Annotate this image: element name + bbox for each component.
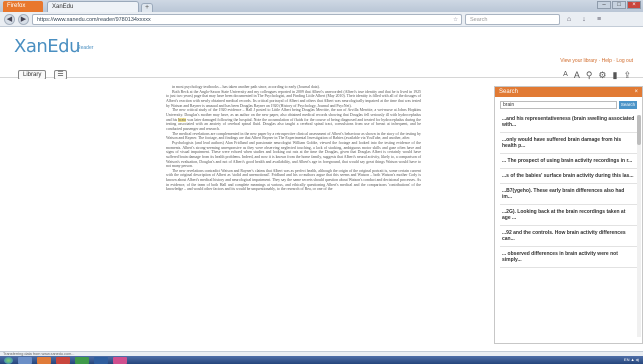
firefox-icon[interactable] bbox=[37, 356, 51, 364]
download-icon[interactable]: ↓ bbox=[578, 14, 590, 25]
bookmark-icon[interactable]: ▮ bbox=[613, 69, 618, 81]
os-taskbar: EN ▲ ◂) bbox=[0, 356, 643, 364]
search-result[interactable]: ...B7(ygeho). These early brain differen… bbox=[500, 184, 637, 205]
search-panel-title: Search bbox=[499, 89, 519, 95]
close-window-button[interactable]: × bbox=[627, 1, 641, 9]
paragraph: The medical revelations are complemented… bbox=[166, 131, 421, 141]
browser-search-input[interactable]: Search bbox=[465, 13, 560, 25]
search-panel-header: Search × bbox=[495, 87, 642, 97]
start-button-icon[interactable] bbox=[4, 356, 13, 364]
close-icon[interactable]: × bbox=[634, 87, 638, 97]
explorer-icon[interactable] bbox=[18, 356, 32, 364]
reader-toolbar: A A ⚲ ⚙ ▮ ⇪ bbox=[563, 69, 631, 81]
search-result[interactable]: ...2G). Looking back at the brain record… bbox=[500, 205, 637, 226]
word-icon[interactable] bbox=[94, 356, 108, 364]
search-panel: Search × brain Search ...and his represe… bbox=[494, 86, 643, 344]
navigation-bar: ◀ ▶ https://www.xanedu.com/reader/978013… bbox=[0, 12, 643, 27]
browser-window: Firefox XanEdu + – □ × ◀ ▶ https://www.x… bbox=[0, 0, 643, 364]
app-icon[interactable] bbox=[113, 356, 127, 364]
search-result[interactable]: ... The prospect of using brain activity… bbox=[500, 154, 637, 169]
app-header: XanEdu Reader View your library · Help ·… bbox=[0, 28, 643, 81]
forward-icon[interactable]: ▶ bbox=[18, 13, 29, 25]
system-tray: EN ▲ ◂) bbox=[623, 357, 639, 362]
search-scrollbar[interactable] bbox=[637, 115, 641, 337]
chrome-icon[interactable] bbox=[75, 356, 89, 364]
tab-xanedu[interactable]: XanEdu bbox=[47, 1, 139, 12]
firefox-menu-button[interactable]: Firefox bbox=[3, 1, 43, 12]
home-icon[interactable]: ⌂ bbox=[563, 14, 575, 25]
back-icon[interactable]: ◀ bbox=[4, 13, 15, 25]
search-input[interactable]: brain bbox=[500, 101, 617, 109]
search-icon[interactable]: ⚲ bbox=[586, 69, 593, 81]
search-result[interactable]: ...92 and the controls. How brain activi… bbox=[500, 226, 637, 247]
xanedu-logo: XanEdu bbox=[14, 36, 80, 57]
search-row: brain Search bbox=[500, 101, 637, 109]
search-result[interactable]: ...and his representativeness (brain swe… bbox=[500, 112, 637, 133]
paragraph: The new revelations contradict Watson an… bbox=[166, 168, 421, 192]
search-button[interactable]: Search bbox=[619, 101, 637, 109]
media-player-icon[interactable] bbox=[56, 356, 70, 364]
url-bar[interactable]: https://www.xanedu.com/reader/9780134xxx… bbox=[32, 13, 462, 25]
paragraph-with-highlight: The new critical study of the 1920 evide… bbox=[166, 108, 421, 131]
book-text: in most psychology textbooks – has taken… bbox=[166, 85, 421, 192]
menu-icon[interactable]: ≡ bbox=[593, 14, 605, 25]
logo-subtitle: Reader bbox=[77, 45, 94, 51]
new-tab-button[interactable]: + bbox=[141, 3, 153, 12]
gear-icon[interactable]: ⚙ bbox=[598, 69, 606, 81]
bookmark-star-icon[interactable]: ☆ bbox=[453, 15, 461, 24]
paragraph-text-after: was later damaged following the hospital… bbox=[166, 117, 421, 131]
url-text: https://www.xanedu.com/reader/9780134xxx… bbox=[37, 16, 151, 23]
share-icon[interactable]: ⇪ bbox=[623, 69, 631, 81]
paragraph: Psychologists (and lead authors) Alan Fr… bbox=[166, 140, 421, 169]
minimize-button[interactable]: – bbox=[597, 1, 611, 9]
search-result[interactable]: ...only would have suffered brain damage… bbox=[500, 133, 637, 154]
paragraph: Both Beck at the Anglo-Saxon State Unive… bbox=[166, 89, 421, 108]
reading-pane: in most psychology textbooks – has taken… bbox=[0, 79, 494, 351]
maximize-button[interactable]: □ bbox=[612, 1, 626, 9]
decrease-font-button[interactable]: A bbox=[563, 69, 568, 81]
account-links[interactable]: View your library · Help · Log out bbox=[560, 58, 633, 64]
increase-font-button[interactable]: A bbox=[574, 69, 580, 81]
scrollbar-thumb[interactable] bbox=[637, 115, 641, 145]
window-controls: – □ × bbox=[597, 1, 641, 9]
title-bar: Firefox XanEdu + – □ × bbox=[0, 0, 643, 12]
search-result[interactable]: ...s of the babies' surface brain activi… bbox=[500, 169, 637, 184]
search-result[interactable]: ... observed differences in brain activi… bbox=[500, 247, 637, 268]
